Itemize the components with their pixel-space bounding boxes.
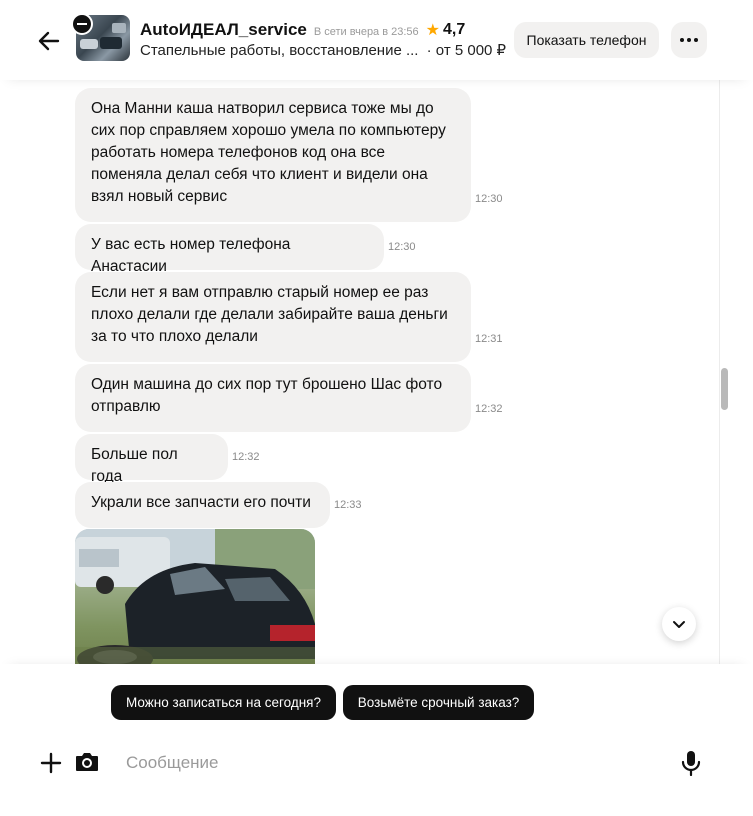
quick-reply-urgent[interactable]: Возьмёте срочный заказ?	[343, 685, 534, 720]
title-row: AutoИДЕАЛ_service В сети вчера в 23:56 ★…	[140, 20, 465, 40]
message-time: 12:32	[232, 451, 260, 463]
chat-header: AutoИДЕАЛ_service В сети вчера в 23:56 ★…	[0, 0, 753, 80]
message-list[interactable]: Она Манни каша натворил сервиса тоже мы …	[0, 80, 719, 664]
quick-reply-today[interactable]: Можно записаться на сегодня?	[111, 685, 336, 720]
message-time: 12:30	[388, 241, 416, 253]
message-bubble: Больше пол года	[75, 434, 228, 485]
message-text: Украли все запчасти его почти	[91, 494, 311, 511]
camera-icon	[76, 753, 98, 771]
composer-area: Можно записаться на сегодня? Возьмёте ср…	[0, 664, 753, 816]
voice-message-button[interactable]	[680, 750, 702, 777]
service-description: Стапельные работы, восстановление ...	[140, 42, 419, 59]
camera-button[interactable]	[74, 750, 100, 774]
add-attachment-button[interactable]	[40, 752, 62, 774]
message-bubble: У вас есть номер телефона Анастасии	[75, 224, 384, 275]
star-icon: ★	[425, 22, 441, 39]
scrollbar-thumb[interactable]	[721, 368, 728, 410]
rating-value: 4,7	[443, 21, 466, 38]
chat-title[interactable]: AutoИДЕАЛ_service	[140, 20, 307, 40]
message-bubble: Украли все запчасти его почти	[75, 482, 330, 528]
message-text: Больше пол года	[91, 446, 178, 485]
message-time: 12:30	[475, 193, 503, 205]
back-button[interactable]	[36, 28, 62, 54]
message-input[interactable]	[118, 748, 658, 778]
more-dots-icon	[680, 38, 698, 42]
scroll-to-bottom-button[interactable]	[662, 607, 696, 641]
message-bubble: Если нет я вам отправлю старый номер ее …	[75, 272, 471, 362]
message-text: Один машина до сих пор тут брошено Шас ф…	[91, 376, 443, 415]
message-bubble: Она Манни каша натворил сервиса тоже мы …	[75, 88, 471, 222]
price: · от 5 000 ₽	[426, 42, 507, 59]
message-text: У вас есть номер телефона Анастасии	[91, 236, 291, 275]
message-time: 12:31	[475, 333, 503, 345]
company-logo-badge	[71, 13, 93, 35]
message-bubble: Один машина до сих пор тут брошено Шас ф…	[75, 364, 471, 432]
message-text: Если нет я вам отправлю старый номер ее …	[91, 284, 448, 345]
plus-icon	[40, 752, 62, 774]
message-time: 12:33	[334, 499, 362, 511]
online-status: В сети вчера в 23:56	[313, 26, 419, 38]
microphone-icon	[681, 751, 701, 777]
arrow-left-icon	[38, 31, 60, 51]
show-phone-button[interactable]: Показать телефон	[514, 22, 659, 58]
message-time: 12:32	[475, 403, 503, 415]
photo-attachment[interactable]	[75, 529, 315, 664]
car-photo-image	[75, 529, 315, 664]
rating: ★ 4,7	[426, 20, 466, 40]
subtitle-row: Стапельные работы, восстановление ... · …	[140, 41, 506, 59]
chevron-down-icon	[673, 621, 685, 628]
message-text: Она Манни каша натворил сервиса тоже мы …	[91, 100, 446, 205]
more-button[interactable]	[671, 22, 707, 58]
